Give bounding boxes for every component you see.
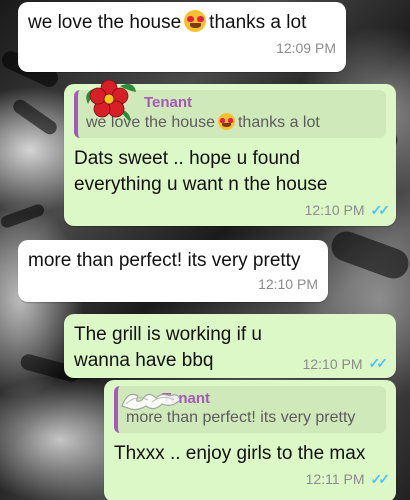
flower-sticker-icon xyxy=(86,79,136,122)
double-check-read-icon: ✓✓ xyxy=(370,470,391,487)
message-time: 12:09 PM xyxy=(276,39,336,56)
message-meta: 12:10 PM xyxy=(28,276,318,292)
message-time: 12:11 PM xyxy=(305,471,365,488)
heart-eyes-emoji-icon xyxy=(217,113,235,130)
message-meta: 12:09 PM xyxy=(28,40,336,56)
message-text: The grill is working if u wanna have bbq xyxy=(74,324,262,371)
message-text: we love the house thanks a lot xyxy=(28,10,307,33)
message-bubble-incoming[interactable]: more than perfect! its very pretty 12:10… xyxy=(18,240,328,302)
message-meta: 12:10 PM ✓✓ xyxy=(302,355,389,372)
message-bubble-incoming[interactable]: we love the house thanks a lot 12:09 PM xyxy=(18,2,346,72)
message-time: 12:10 PM xyxy=(304,202,365,219)
graffiti-sticker-icon xyxy=(121,393,181,411)
message-text: Thxxx .. enjoy girls to the max xyxy=(114,443,366,464)
message-meta: 12:11 PM ✓✓ xyxy=(114,470,391,488)
message-time: 12:10 PM xyxy=(302,355,363,372)
message-time: 12:10 PM xyxy=(258,275,318,292)
double-check-read-icon: ✓✓ xyxy=(368,355,389,371)
message-bubble-outgoing[interactable]: The grill is working if u wanna have bbq… xyxy=(64,314,396,378)
message-text: Dats sweet .. hope u found everything u … xyxy=(74,148,328,195)
heart-eyes-emoji-icon xyxy=(184,10,207,32)
double-check-read-icon: ✓✓ xyxy=(370,201,391,218)
message-text: more than perfect! its very pretty xyxy=(28,250,301,271)
message-meta: 12:10 PM ✓✓ xyxy=(74,201,391,219)
